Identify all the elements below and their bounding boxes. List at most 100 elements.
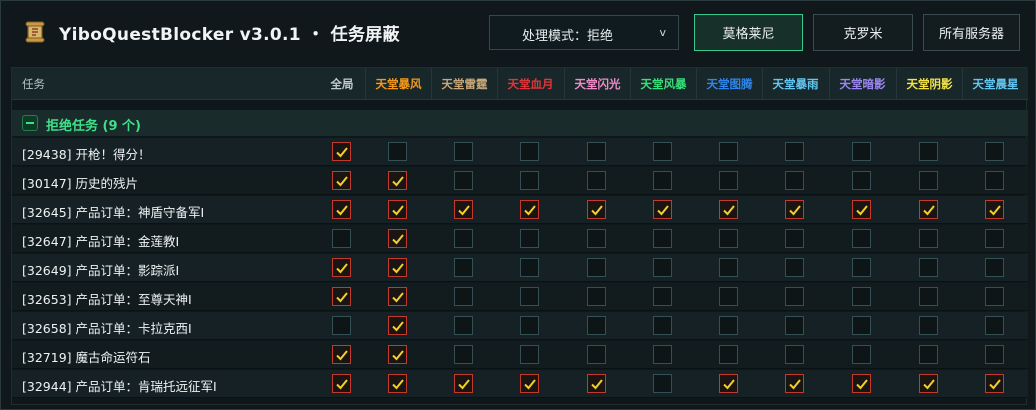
block-checkbox[interactable] — [785, 200, 804, 219]
block-checkbox[interactable] — [332, 200, 351, 219]
block-checkbox[interactable] — [852, 229, 871, 248]
block-checkbox[interactable] — [719, 287, 738, 306]
block-checkbox[interactable] — [332, 345, 351, 364]
block-checkbox[interactable] — [388, 345, 407, 364]
block-checkbox[interactable] — [332, 287, 351, 306]
block-checkbox[interactable] — [919, 171, 938, 190]
block-checkbox[interactable] — [587, 171, 606, 190]
block-checkbox[interactable] — [587, 142, 606, 161]
block-checkbox[interactable] — [653, 316, 672, 335]
block-checkbox[interactable] — [785, 287, 804, 306]
block-checkbox[interactable] — [520, 316, 539, 335]
block-checkbox[interactable] — [985, 345, 1004, 364]
block-checkbox[interactable] — [388, 142, 407, 161]
block-checkbox[interactable] — [587, 229, 606, 248]
block-checkbox[interactable] — [719, 200, 738, 219]
block-checkbox[interactable] — [852, 200, 871, 219]
block-checkbox[interactable] — [719, 142, 738, 161]
block-checkbox[interactable] — [785, 345, 804, 364]
block-checkbox[interactable] — [919, 142, 938, 161]
block-checkbox[interactable] — [587, 287, 606, 306]
block-checkbox[interactable] — [587, 374, 606, 393]
block-checkbox[interactable] — [520, 374, 539, 393]
block-checkbox[interactable] — [985, 142, 1004, 161]
block-checkbox[interactable] — [653, 200, 672, 219]
server-button-all[interactable]: 所有服务器 — [923, 14, 1020, 51]
block-checkbox[interactable] — [388, 171, 407, 190]
block-checkbox[interactable] — [852, 142, 871, 161]
block-checkbox[interactable] — [454, 345, 473, 364]
block-checkbox[interactable] — [454, 200, 473, 219]
block-checkbox[interactable] — [785, 171, 804, 190]
block-checkbox[interactable] — [852, 287, 871, 306]
block-checkbox[interactable] — [454, 287, 473, 306]
block-checkbox[interactable] — [785, 374, 804, 393]
block-checkbox[interactable] — [919, 258, 938, 277]
block-checkbox[interactable] — [653, 229, 672, 248]
block-checkbox[interactable] — [332, 229, 351, 248]
block-checkbox[interactable] — [520, 229, 539, 248]
block-checkbox[interactable] — [785, 258, 804, 277]
block-checkbox[interactable] — [785, 229, 804, 248]
block-checkbox[interactable] — [653, 345, 672, 364]
block-checkbox[interactable] — [852, 316, 871, 335]
block-checkbox[interactable] — [653, 287, 672, 306]
block-checkbox[interactable] — [388, 374, 407, 393]
block-checkbox[interactable] — [785, 142, 804, 161]
block-checkbox[interactable] — [985, 200, 1004, 219]
server-button-mograine[interactable]: 莫格莱尼 — [694, 14, 803, 51]
block-checkbox[interactable] — [653, 258, 672, 277]
block-checkbox[interactable] — [587, 200, 606, 219]
block-checkbox[interactable] — [719, 171, 738, 190]
block-checkbox[interactable] — [719, 316, 738, 335]
block-checkbox[interactable] — [454, 171, 473, 190]
block-checkbox[interactable] — [919, 345, 938, 364]
block-checkbox[interactable] — [653, 142, 672, 161]
server-button-kromi[interactable]: 克罗米 — [813, 14, 913, 51]
block-checkbox[interactable] — [332, 374, 351, 393]
block-checkbox[interactable] — [388, 229, 407, 248]
block-checkbox[interactable] — [719, 258, 738, 277]
block-checkbox[interactable] — [919, 229, 938, 248]
block-checkbox[interactable] — [520, 200, 539, 219]
block-checkbox[interactable] — [985, 258, 1004, 277]
block-checkbox[interactable] — [520, 258, 539, 277]
block-checkbox[interactable] — [919, 374, 938, 393]
block-checkbox[interactable] — [852, 171, 871, 190]
block-checkbox[interactable] — [587, 258, 606, 277]
block-checkbox[interactable] — [454, 374, 473, 393]
mode-select[interactable]: 处理模式：拒绝 v — [489, 15, 679, 50]
block-checkbox[interactable] — [454, 316, 473, 335]
block-checkbox[interactable] — [332, 316, 351, 335]
block-checkbox[interactable] — [719, 229, 738, 248]
block-checkbox[interactable] — [388, 258, 407, 277]
block-checkbox[interactable] — [653, 171, 672, 190]
block-checkbox[interactable] — [985, 374, 1004, 393]
block-checkbox[interactable] — [388, 316, 407, 335]
block-checkbox[interactable] — [587, 345, 606, 364]
block-checkbox[interactable] — [454, 229, 473, 248]
block-checkbox[interactable] — [852, 374, 871, 393]
block-checkbox[interactable] — [454, 142, 473, 161]
block-checkbox[interactable] — [520, 345, 539, 364]
block-checkbox[interactable] — [332, 171, 351, 190]
block-checkbox[interactable] — [332, 258, 351, 277]
block-checkbox[interactable] — [852, 258, 871, 277]
block-checkbox[interactable] — [785, 316, 804, 335]
block-checkbox[interactable] — [919, 200, 938, 219]
minus-icon[interactable] — [22, 115, 38, 131]
block-checkbox[interactable] — [653, 374, 672, 393]
block-checkbox[interactable] — [520, 171, 539, 190]
block-checkbox[interactable] — [719, 345, 738, 364]
block-checkbox[interactable] — [388, 287, 407, 306]
block-checkbox[interactable] — [719, 374, 738, 393]
block-checkbox[interactable] — [388, 200, 407, 219]
block-checkbox[interactable] — [919, 316, 938, 335]
block-checkbox[interactable] — [919, 287, 938, 306]
block-checkbox[interactable] — [985, 229, 1004, 248]
block-checkbox[interactable] — [985, 287, 1004, 306]
block-checkbox[interactable] — [852, 345, 871, 364]
block-checkbox[interactable] — [587, 316, 606, 335]
block-checkbox[interactable] — [332, 142, 351, 161]
block-checkbox[interactable] — [520, 287, 539, 306]
